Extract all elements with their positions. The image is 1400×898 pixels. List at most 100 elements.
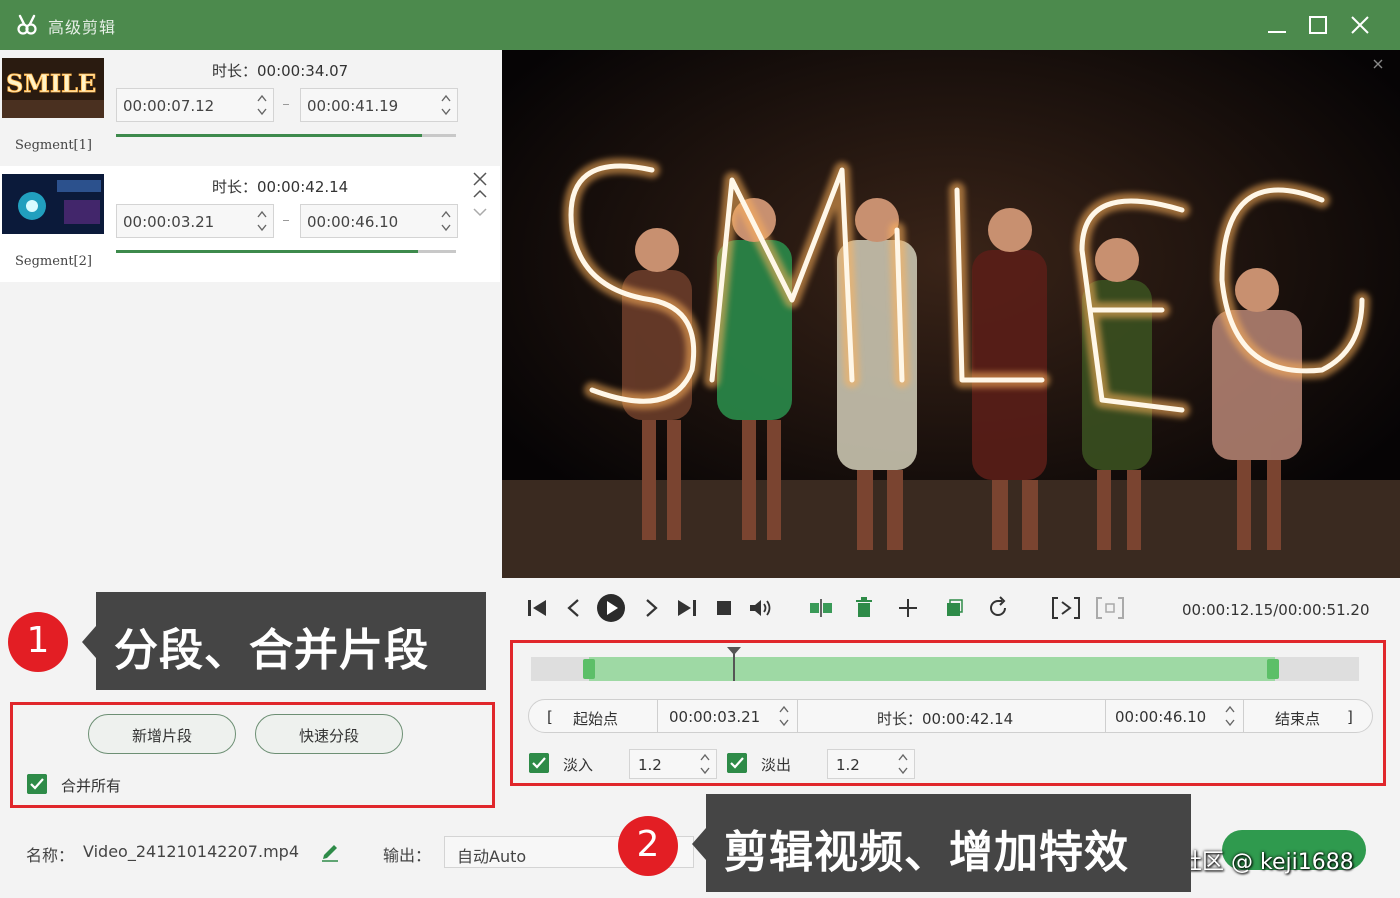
skip-start-icon[interactable]: [524, 594, 552, 622]
fade-out-label: 淡出: [761, 756, 792, 774]
callout-2: 剪辑视频、增加特效: [692, 794, 1191, 892]
callout-1: 分段、合并片段: [82, 592, 486, 690]
playhead-marker-icon[interactable]: [727, 647, 741, 655]
segment-item[interactable]: Segment[2] 时长：00:00:42.14 00:00:03.21 00…: [0, 166, 500, 282]
playback-timecode: 00:00:12.15/00:00:51.20: [1182, 601, 1370, 619]
set-start-button[interactable]: 起始点: [573, 708, 618, 729]
segment-start-value: 00:00:07.12: [123, 97, 215, 115]
delete-icon[interactable]: [850, 594, 878, 622]
segment-actions-panel: 新增片段 快速分段 合并所有: [10, 702, 495, 808]
segment-thumbnail: SMILE: [2, 58, 104, 118]
mark-in-icon[interactable]: [1050, 594, 1082, 622]
segment-end-value: 00:00:41.19: [307, 97, 399, 115]
segment-name: Segment[1]: [15, 138, 92, 153]
spinner-icon[interactable]: [255, 91, 269, 119]
timeline-playhead[interactable]: [733, 651, 735, 681]
close-icon[interactable]: [1345, 10, 1375, 40]
edit-name-icon[interactable]: [320, 840, 340, 862]
video-preview[interactable]: [502, 50, 1400, 578]
add-icon[interactable]: [894, 594, 922, 622]
mark-out-icon[interactable]: [1094, 594, 1126, 622]
output-label: 输出：: [383, 846, 432, 865]
segment-end-field[interactable]: 00:00:46.10: [300, 204, 458, 238]
segment-item[interactable]: SMILE Segment[1] 时长：00:00:34.07 00:00:07…: [0, 50, 500, 166]
fade-out-checkbox[interactable]: [727, 753, 747, 773]
svg-text:SMILE: SMILE: [6, 69, 96, 98]
maximize-icon[interactable]: [1303, 10, 1333, 40]
spinner-icon[interactable]: [777, 702, 791, 730]
reset-icon[interactable]: [984, 594, 1012, 622]
player-toolbar: 00:00:12.15/00:00:51.20: [502, 578, 1400, 640]
callout-1-text: 分段、合并片段: [114, 625, 429, 676]
skip-end-icon[interactable]: [672, 594, 700, 622]
output-value: 自动Auto: [457, 847, 527, 866]
callout-badge-1: 1: [8, 612, 68, 672]
merge-all-checkbox[interactable]: [27, 774, 47, 794]
segment-start-value: 00:00:03.21: [123, 213, 215, 231]
segment-duration: 时长：00:00:42.14: [212, 178, 349, 196]
window-title: 高级剪辑: [48, 18, 117, 37]
title-bar: 高级剪辑: [0, 0, 1400, 50]
callout-tail: [692, 828, 706, 860]
timeline-selection[interactable]: [589, 657, 1275, 681]
split-icon[interactable]: [807, 594, 835, 622]
range-separator: [657, 700, 658, 732]
fade-out-value: 1.2: [836, 756, 860, 774]
start-bracket: [: [547, 708, 553, 726]
end-time-value[interactable]: 00:00:46.10: [1115, 708, 1206, 726]
remove-segment-icon: [473, 172, 487, 186]
fade-out-input[interactable]: 1.2: [827, 749, 915, 779]
spinner-icon[interactable]: [255, 207, 269, 235]
next-frame-icon[interactable]: [637, 594, 665, 622]
segment-start-field[interactable]: 00:00:07.12: [116, 88, 274, 122]
fade-in-input[interactable]: 1.2: [629, 749, 717, 779]
segment-controls: [473, 172, 487, 217]
name-label: 名称：: [26, 846, 75, 865]
segment-end-field[interactable]: 00:00:41.19: [300, 88, 458, 122]
spinner-icon[interactable]: [698, 751, 712, 777]
callout-badge-2: 2: [618, 816, 678, 876]
range-dash: [283, 220, 289, 221]
range-dash: [283, 104, 289, 105]
logo-icon: [17, 14, 37, 35]
range-separator: [1105, 700, 1106, 732]
timeline-track[interactable]: [531, 647, 1359, 681]
end-bracket: ]: [1347, 708, 1353, 726]
segment-duration: 时长：00:00:34.07: [212, 62, 349, 80]
fade-controls: 淡入 1.2 淡出 1.2: [529, 749, 929, 779]
set-end-button[interactable]: 结束点: [1275, 708, 1320, 729]
segment-progress-fill: [116, 134, 422, 137]
edit-panel: [ 起始点 00:00:03.21 时长：00:00:42.14 00:00:4…: [510, 640, 1386, 786]
quick-split-button[interactable]: 快速分段: [255, 714, 403, 754]
merge-all-label: 合并所有: [61, 777, 122, 795]
app-window: 高级剪辑 SMILE Segment[1] 时长：00:00:34.07 00:…: [0, 0, 1400, 898]
range-duration: 时长：00:00:42.14: [877, 710, 1014, 728]
spinner-icon[interactable]: [1223, 702, 1237, 730]
spinner-icon[interactable]: [896, 751, 910, 777]
range-separator: [797, 700, 798, 732]
file-name: Video_241210142207.mp4: [83, 842, 299, 861]
timeline-start-handle[interactable]: [583, 659, 595, 679]
segment-end-value: 00:00:46.10: [307, 213, 399, 231]
callout-tail: [82, 626, 96, 658]
volume-icon[interactable]: [746, 594, 774, 622]
spinner-icon[interactable]: [439, 207, 453, 235]
segment-start-field[interactable]: 00:00:03.21: [116, 204, 274, 238]
timeline-end-handle[interactable]: [1267, 659, 1279, 679]
segment-progress-fill: [116, 250, 418, 253]
segment-progress: [116, 250, 456, 253]
fade-in-checkbox[interactable]: [529, 753, 549, 773]
minimize-icon[interactable]: [1262, 10, 1292, 40]
range-bar: [ 起始点 00:00:03.21 时长：00:00:42.14 00:00:4…: [528, 699, 1373, 733]
copy-icon[interactable]: [940, 594, 968, 622]
start-time-value[interactable]: 00:00:03.21: [669, 708, 760, 726]
fade-in-value: 1.2: [638, 756, 662, 774]
prev-frame-icon[interactable]: [560, 594, 588, 622]
spinner-icon[interactable]: [439, 91, 453, 119]
stop-icon[interactable]: [710, 594, 738, 622]
add-segment-button[interactable]: 新增片段: [88, 714, 236, 754]
segment-progress: [116, 134, 456, 137]
play-icon[interactable]: [596, 593, 626, 623]
segment-thumbnail: [2, 174, 104, 234]
range-separator: [1243, 700, 1244, 732]
